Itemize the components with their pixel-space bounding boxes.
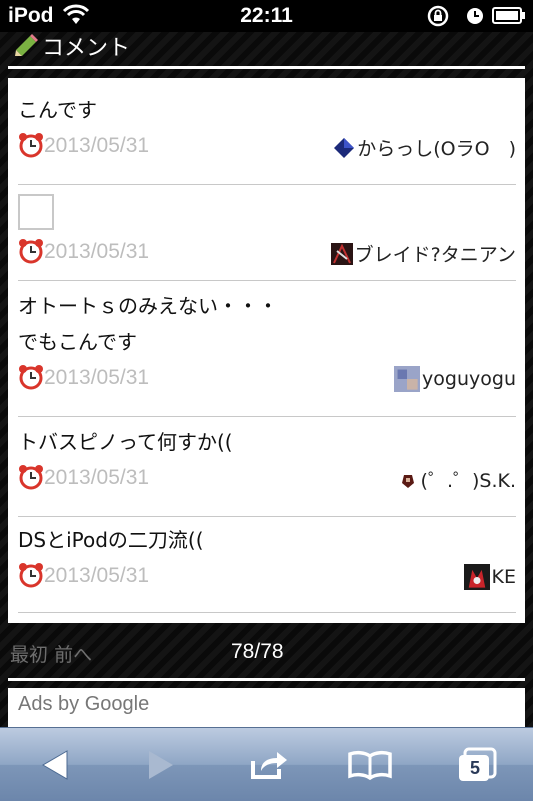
first-page-link[interactable]: 最初 — [10, 644, 48, 666]
rotation-lock-icon — [427, 5, 449, 27]
forward-icon — [149, 751, 173, 779]
prev-page-link[interactable]: 前へ — [54, 644, 92, 666]
comment-user-link[interactable]: からっし(OラO ) — [333, 134, 516, 161]
comment-date: 2013/05/31 — [44, 134, 150, 157]
comment-divider — [18, 516, 516, 517]
alarm-clock-icon — [19, 239, 43, 264]
back-button[interactable] — [30, 742, 80, 788]
section-header: コメント — [8, 32, 525, 68]
header-divider — [8, 66, 525, 69]
pencil-icon — [15, 34, 38, 56]
comment-item: オトートｓのみえない・・・ でもこんです 2013/05/31 yoguyogu — [18, 288, 516, 396]
tabs-count: 5 — [470, 758, 481, 778]
comment-meta: 2013/05/31 ブレイド?タニアン — [18, 234, 516, 270]
comment-text: オトートｓのみえない・・・ — [18, 294, 278, 318]
battery-icon — [492, 7, 525, 24]
comment-text: DSとiPodの二刀流(( — [18, 528, 204, 552]
user-avatar — [394, 366, 421, 392]
comment-text: トバスピノって何すか(( — [18, 430, 233, 454]
pager-nav: 最初 前へ — [10, 640, 92, 667]
page-count: 78/78 — [231, 640, 284, 663]
comment-item: DSとiPodの二刀流(( 2013/05/31 KE — [18, 522, 516, 594]
comment-divider — [18, 280, 516, 281]
bookmarks-button[interactable] — [345, 742, 395, 788]
comment-user-link[interactable]: (゜.゜)S.K. — [397, 466, 516, 493]
tabs-button[interactable]: 5 — [452, 742, 502, 788]
back-icon — [42, 750, 68, 780]
comment-divider — [18, 612, 516, 613]
comment-date: 2013/05/31 — [44, 466, 150, 489]
status-bar: iPod 22:11 — [0, 0, 533, 32]
comment-date: 2013/05/31 — [44, 240, 150, 263]
comment-user-link[interactable]: ブレイド?タニアン — [330, 240, 516, 267]
alarm-clock-icon — [19, 365, 43, 390]
comment-text: でもこんです — [18, 330, 137, 354]
alarm-clock-icon — [19, 465, 43, 490]
clock-time: 22:11 — [240, 4, 293, 27]
comment-image-thumbnail[interactable] — [18, 194, 54, 230]
comment-user-name[interactable]: yoguyogu — [422, 368, 516, 390]
user-avatar — [463, 564, 490, 590]
alarm-clock-icon — [19, 563, 43, 588]
comment-user-name[interactable]: KE — [492, 566, 516, 588]
section-title: コメント — [42, 36, 131, 61]
comment-item: こんです 2013/05/31 からっし(OラO ) — [18, 92, 516, 164]
comment-meta: 2013/05/31 KE — [18, 558, 516, 594]
share-button[interactable] — [244, 742, 294, 788]
comment-date: 2013/05/31 — [44, 564, 150, 587]
pager-divider — [8, 678, 525, 681]
user-avatar — [401, 474, 414, 488]
comment-meta: 2013/05/31 yoguyogu — [18, 360, 516, 396]
alarm-status-icon — [467, 8, 483, 24]
comment-item: 2013/05/31 ブレイド?タニアン — [18, 190, 516, 270]
comment-item: トバスピノって何すか(( 2013/05/31 (゜.゜)S.K. — [18, 424, 516, 496]
comment-user-link[interactable]: KE — [463, 564, 516, 590]
forward-button[interactable] — [136, 742, 186, 788]
pagination: 最初 前へ 78/78 — [0, 636, 533, 672]
comment-date: 2013/05/31 — [44, 366, 150, 389]
browser-toolbar: 5 — [0, 727, 533, 801]
comment-meta: 2013/05/31 からっし(OラO ) — [18, 128, 516, 164]
comment-meta: 2013/05/31 (゜.゜)S.K. — [18, 460, 516, 496]
comment-divider — [18, 416, 516, 417]
comment-text: こんです — [18, 98, 97, 122]
comment-divider — [18, 184, 516, 185]
comment-user-link[interactable]: yoguyogu — [394, 366, 516, 392]
ads-label: Ads by Google — [18, 693, 150, 715]
diamond-icon — [334, 137, 355, 158]
bookmarks-icon — [348, 750, 392, 780]
comment-list: こんです 2013/05/31 からっし(OラO ) 2013/05/31 ブレ… — [8, 78, 525, 623]
ads-banner[interactable]: Ads by Google — [8, 688, 525, 728]
alarm-clock-icon — [19, 133, 43, 158]
comment-user-name[interactable]: ブレイド?タニアン — [355, 240, 516, 267]
comment-user-name[interactable]: からっし(OラO ) — [357, 134, 516, 161]
share-icon — [251, 752, 287, 779]
comment-user-name[interactable]: (゜.゜)S.K. — [421, 466, 516, 493]
user-avatar — [330, 242, 353, 265]
